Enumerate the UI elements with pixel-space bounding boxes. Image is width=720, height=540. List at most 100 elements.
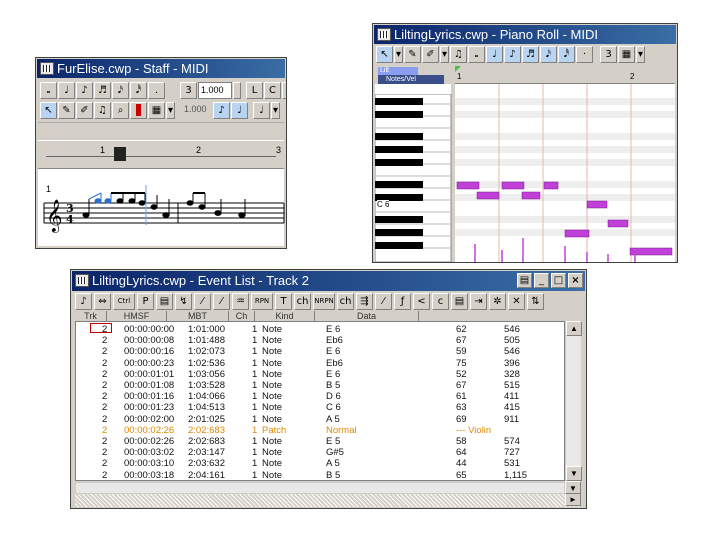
scroll-down-icon[interactable]: ▼ [565, 481, 581, 494]
eighth-note-button[interactable]: ♪ [504, 46, 521, 63]
duration-field[interactable]: 1.000 [198, 82, 232, 99]
event-filter-sysx-button[interactable]: ▤ [156, 293, 173, 310]
view-select[interactable]: Notes/Vel [378, 75, 444, 84]
scrub-tool-icon[interactable]: ♫ [94, 102, 111, 119]
erase-tool-icon[interactable]: ✐ [422, 46, 439, 63]
thirtysecond-note-button[interactable]: 𝅘𝅥𝅰 [130, 82, 147, 99]
whole-note-button[interactable]: 𝅝 [468, 46, 485, 63]
sixteenth-note-button[interactable]: 𝅘𝅥𝅯 [540, 46, 557, 63]
record-marker-icon[interactable] [130, 102, 147, 119]
snap-dropdown-icon[interactable]: ▾ [636, 46, 645, 63]
eraser-tool-icon[interactable]: ✐ [76, 102, 93, 119]
staff-titlebar[interactable]: FurElise.cwp - Staff - MIDI [37, 59, 285, 78]
table-row[interactable]: 2 00:00:03:02 2:03:147 1 Note G#5 64 727 [76, 447, 550, 458]
table-row[interactable]: 2 00:00:03:10 2:03:632 1 Note A 5 44 531 [76, 458, 550, 469]
scroll-down-icon[interactable]: ▼ [566, 466, 582, 481]
fill-durations-icon[interactable]: ♪ [213, 102, 230, 119]
select-tool-icon[interactable]: ↖ [40, 102, 57, 119]
event-filter-insert-button[interactable]: ⇥ [470, 293, 487, 310]
beamed-note-button[interactable]: ♬ [94, 82, 111, 99]
sixteenth-note-button[interactable]: 𝅘𝅥𝅯 [112, 82, 129, 99]
event-filter-chan-button[interactable]: RPN [251, 293, 273, 310]
event-filter-tool23-button[interactable]: ⇅ [527, 293, 544, 310]
note-dropdown-icon[interactable]: ▾ [271, 102, 280, 119]
thirtysecond-note-button[interactable]: 𝅘𝅥𝅰 [558, 46, 575, 63]
event-filter-kill-button[interactable]: ✲ [489, 293, 506, 310]
event-filter-hairpin-button[interactable]: ƒ [394, 293, 411, 310]
quarter-note-button[interactable]: ♩ [486, 46, 503, 63]
whole-note-button[interactable]: 𝅝 [40, 82, 57, 99]
event-filter-expression-button[interactable]: ⁄ [375, 293, 392, 310]
event-filter-export-button[interactable]: ▤ [451, 293, 468, 310]
table-row[interactable]: 2 00:00:02:26 2:02:683 1 Note E 5 58 574 [76, 436, 550, 447]
table-row[interactable]: 2 00:00:01:16 1:04:066 1 Note D 6 61 411 [76, 391, 550, 402]
app-icon[interactable] [75, 274, 89, 287]
event-filter-wheel-button[interactable]: ⇔ [94, 293, 111, 310]
snap-grid-icon[interactable]: ▦ [618, 46, 635, 63]
table-row[interactable]: 2 00:00:01:23 1:04:513 1 Note C 6 63 415 [76, 402, 550, 413]
event-filter-wave-button[interactable]: ♒ [232, 293, 249, 310]
event-filter-control-button[interactable]: Ctrl [113, 293, 135, 310]
select-tool-icon[interactable]: ↖ [376, 46, 393, 63]
restore-icon[interactable]: ▤ [517, 273, 532, 288]
table-row[interactable]: 2 00:00:00:23 1:02:536 1 Note Eb6 75 396 [76, 358, 550, 369]
event-list-table[interactable]: 2 00:00:00:00 1:01:000 1 Note E 6 62 546 2 00:00:… [75, 321, 565, 481]
scrub-tool-icon[interactable]: ♫ [450, 46, 467, 63]
table-row[interactable]: 2 00:00:03:18 2:04:161 1 Note B 5 65 1,115 [76, 470, 550, 481]
zoom-tool-icon[interactable]: ⌕ [112, 102, 129, 119]
table-row[interactable]: 2 00:00:00:08 1:01:488 1 Note Eb6 67 505 [76, 335, 550, 346]
event-filter-chord-button[interactable]: ch [337, 293, 354, 310]
piano-titlebar[interactable]: LiltingLyrics.cwp - Piano Roll - MIDI [374, 25, 676, 44]
lyric-button[interactable]: L [246, 82, 263, 99]
table-row[interactable]: 2 00:00:02:00 2:01:025 1 Note A 5 69 911 [76, 414, 550, 425]
event-filter-audio-button[interactable]: ⇶ [356, 293, 373, 310]
snap-grid-icon[interactable]: ▦ [148, 102, 165, 119]
pencil-tool-icon[interactable]: ✎ [58, 102, 75, 119]
pencil-tool-icon[interactable]: ✎ [404, 46, 421, 63]
event-filter-chpress-button[interactable]: ch [294, 293, 311, 310]
eighth-note-button[interactable]: ♪ [76, 82, 93, 99]
beamed-note-button[interactable]: ♬ [522, 46, 539, 63]
note-grid[interactable] [455, 84, 675, 262]
triplet-button[interactable]: 3 [600, 46, 617, 63]
tool-dropdown-icon[interactable]: ▾ [394, 46, 403, 63]
piano-keyboard[interactable] [375, 94, 453, 262]
draw-dropdown-icon[interactable]: ▾ [440, 46, 449, 63]
vertical-scrollbar[interactable]: ▲ ▼ [565, 321, 582, 481]
expression-button[interactable]: 𝆑 [282, 82, 286, 99]
quarter-note-button[interactable]: ♩ [58, 82, 75, 99]
event-filter-rpn-button[interactable]: ⁄ [194, 293, 211, 310]
event-titlebar[interactable]: LiltingLyrics.cwp - Event List - Track 2… [72, 271, 585, 291]
event-filter-nrpn-button[interactable]: ⁄ [213, 293, 230, 310]
piano-time-ruler[interactable]: 1 2 [455, 66, 675, 84]
table-row[interactable]: 2 00:00:00:00 1:01:000 1 Note E 6 62 546 [76, 324, 550, 335]
dot-button[interactable]: . [148, 82, 165, 99]
triplet-button[interactable]: 3 [180, 82, 197, 99]
event-filter-note-button[interactable]: ♪ [75, 293, 92, 310]
track-select[interactable]: Lilt [378, 67, 418, 75]
event-filter-lyric-button[interactable]: T [275, 293, 292, 310]
table-row[interactable]: 2 00:00:00:16 1:02:073 1 Note E 6 59 546 [76, 346, 550, 357]
now-marker[interactable] [114, 147, 126, 161]
close-icon[interactable]: × [568, 273, 583, 288]
trim-durations-icon[interactable]: ♩ [231, 102, 248, 119]
staff-time-ruler[interactable]: 1 2 3 [38, 140, 284, 168]
app-icon[interactable] [377, 28, 391, 41]
event-filter-sort-button[interactable]: ✕ [508, 293, 525, 310]
event-filter-chord2-button[interactable]: < [413, 293, 430, 310]
event-filter-nrpn2-button[interactable]: NRPN [313, 293, 335, 310]
chord-button[interactable]: C [264, 82, 281, 99]
event-filter-patch-button[interactable]: P [137, 293, 154, 310]
horizontal-scrollbar[interactable]: ► [75, 493, 581, 507]
table-row[interactable]: 2 00:00:01:01 1:03:056 1 Note E 6 52 328 [76, 369, 550, 380]
snap-dropdown-icon[interactable]: ▾ [166, 102, 175, 119]
note-duration-icon[interactable]: ♩ [253, 102, 270, 119]
table-row[interactable]: 2 00:00:01:08 1:03:528 1 Note B 5 67 515 [76, 380, 550, 391]
event-filter-text-button[interactable]: ↯ [175, 293, 192, 310]
dot-button[interactable]: · [576, 46, 593, 63]
scroll-up-icon[interactable]: ▲ [566, 321, 582, 336]
staff-canvas[interactable]: 1 𝄞 3 4 [38, 168, 285, 246]
table-row[interactable]: 2 00:00:02:26 2:02:683 1 Patch Normal --- Viol… [76, 425, 550, 436]
minimize-icon[interactable]: _ [534, 273, 549, 288]
app-icon[interactable] [40, 62, 54, 75]
